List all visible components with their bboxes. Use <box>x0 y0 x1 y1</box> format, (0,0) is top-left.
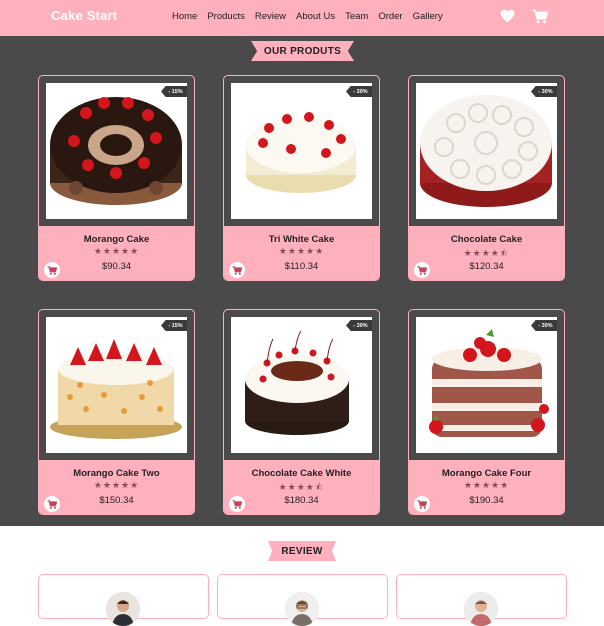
cart-icon <box>232 499 242 509</box>
product-image: - 15% <box>46 317 187 453</box>
rating-stars: ★★★★★ <box>93 246 140 256</box>
discount-badge: - 30% <box>346 86 372 97</box>
product-price: $190.34 <box>469 495 504 506</box>
avatar <box>464 592 498 626</box>
product-info: Morango Cake ★★★★★ $90.34 <box>39 226 194 280</box>
product-info: Morango Cake Two ★★★★★ $150.34 <box>39 460 194 514</box>
products-section: OUR PRODUTS - 15% Morango Cake ★★★★★ $90… <box>0 36 604 526</box>
product-name: Morango Cake Two <box>73 468 160 479</box>
cart-icon <box>47 499 57 509</box>
nav-link-order[interactable]: Order <box>378 11 402 22</box>
add-to-cart-button[interactable] <box>44 262 60 278</box>
product-image: - 30% <box>231 83 372 219</box>
rating-stars: ★★★★★ <box>93 480 140 490</box>
product-name: Morango Cake Four <box>441 468 532 479</box>
nav-link-products[interactable]: Products <box>207 11 245 22</box>
discount-badge: - 30% <box>531 320 557 331</box>
product-price: $150.34 <box>99 495 134 506</box>
add-to-cart-button[interactable] <box>229 496 245 512</box>
cart-icon <box>417 265 427 275</box>
product-image: - 15% <box>46 83 187 219</box>
discount-badge: - 30% <box>531 86 557 97</box>
product-price: $180.34 <box>284 495 319 506</box>
avatar <box>106 592 140 626</box>
nav-link-team[interactable]: Team <box>345 11 368 22</box>
product-card-morango-cake-four[interactable]: - 30% Morango Cake Four ★★★★★ $190.34 <box>408 309 565 515</box>
add-to-cart-button[interactable] <box>414 262 430 278</box>
product-info: Morango Cake Four ★★★★★ $190.34 <box>409 460 564 514</box>
product-info: Chocolate Cake White ★★★★⯪ $180.34 <box>224 460 379 514</box>
cart-icon <box>47 265 57 275</box>
product-name: Chocolate Cake <box>450 234 523 245</box>
product-card-tri-white-cake[interactable]: - 30% Tri White Cake ★★★★★ $110.34 <box>223 75 380 281</box>
avatar <box>285 592 319 626</box>
cart-icon[interactable] <box>532 9 549 29</box>
product-name: Tri White Cake <box>268 234 335 245</box>
section-title-review: REVIEW <box>268 541 336 561</box>
product-price: $120.34 <box>469 261 504 272</box>
product-price: $110.34 <box>284 261 319 272</box>
product-card-chocolate-cake[interactable]: - 30% Chocolate Cake ★★★★⯪ $120.34 <box>408 75 565 281</box>
rating-stars: ★★★★⯪ <box>463 248 510 258</box>
product-card-morango-cake-two[interactable]: - 15% Morango Cake Two ★★★★★ $150.34 <box>38 309 195 515</box>
product-name: Morango Cake <box>83 234 150 245</box>
add-to-cart-button[interactable] <box>44 496 60 512</box>
rating-stars: ★★★★⯪ <box>278 482 325 492</box>
product-image: - 30% <box>416 83 557 219</box>
product-card-morango-cake[interactable]: - 15% Morango Cake ★★★★★ $90.34 <box>38 75 195 281</box>
heart-icon[interactable] <box>500 9 515 28</box>
rating-stars: ★★★★★ <box>463 480 510 490</box>
review-card <box>38 574 209 626</box>
product-image: - 30% <box>416 317 557 453</box>
discount-badge: - 15% <box>161 320 187 331</box>
review-card <box>217 574 388 626</box>
nav-link-review[interactable]: Review <box>255 11 286 22</box>
navbar: Cake Start Home Products Review About Us… <box>0 0 604 36</box>
product-card-chocolate-cake-white[interactable]: - 30% Chocolate Cake White ★★★★⯪ $180.34 <box>223 309 380 515</box>
discount-badge: - 30% <box>346 320 372 331</box>
add-to-cart-button[interactable] <box>414 496 430 512</box>
cart-icon <box>232 265 242 275</box>
cart-icon <box>417 499 427 509</box>
discount-badge: - 15% <box>161 86 187 97</box>
nav-links: Home Products Review About Us Team Order… <box>172 11 443 22</box>
add-to-cart-button[interactable] <box>229 262 245 278</box>
rating-stars: ★★★★★ <box>278 246 325 256</box>
product-info: Tri White Cake ★★★★★ $110.34 <box>224 226 379 280</box>
product-image: - 30% <box>231 317 372 453</box>
product-name: Chocolate Cake White <box>251 468 352 479</box>
brand-logo[interactable]: Cake Start <box>51 8 117 23</box>
review-card <box>396 574 567 626</box>
nav-link-about-us[interactable]: About Us <box>296 11 335 22</box>
product-info: Chocolate Cake ★★★★⯪ $120.34 <box>409 226 564 280</box>
product-price: $90.34 <box>101 261 132 272</box>
section-title-products: OUR PRODUTS <box>251 41 354 61</box>
nav-link-gallery[interactable]: Gallery <box>413 11 443 22</box>
nav-link-home[interactable]: Home <box>172 11 197 22</box>
